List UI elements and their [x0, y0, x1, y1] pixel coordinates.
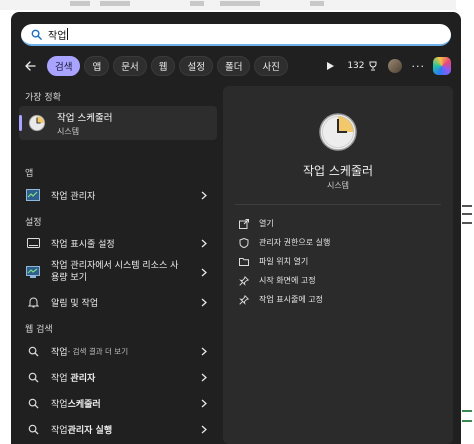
rewards-points[interactable]: 132	[347, 61, 377, 71]
chevron-right-icon[interactable]	[199, 267, 209, 277]
action-label: 열기	[259, 219, 274, 228]
tab-web[interactable]: 웹	[150, 56, 176, 76]
settings-item-label-line2: 용량 보기	[51, 273, 87, 283]
trophy-icon	[369, 61, 376, 71]
search-icon	[25, 369, 41, 385]
rewards-points-value: 132	[347, 61, 365, 71]
selection-indicator	[19, 115, 22, 131]
section-apps: 앱	[25, 169, 34, 179]
web-item-run-task-manager[interactable]: 작업 관리자 실행	[19, 418, 217, 440]
tab-folders[interactable]: 폴더	[216, 56, 251, 76]
background-window-toolbar	[0, 0, 474, 10]
settings-item-label: 작업 표시줄 설정	[51, 239, 115, 250]
web-item-query: 작업	[51, 347, 68, 358]
settings-item-label: 알림 및 작업	[51, 298, 99, 309]
web-item-prefix: 작업	[51, 373, 71, 384]
divider	[235, 204, 441, 205]
task-scheduler-icon	[318, 112, 358, 152]
action-open-file-location[interactable]: 파일 위치 열기	[239, 256, 308, 267]
pin-icon	[239, 294, 249, 305]
tab-search[interactable]: 검색	[47, 56, 81, 76]
clock-icon	[27, 113, 47, 133]
web-item-more-results[interactable]: 작업 - 검색 결과 더 보기	[19, 340, 217, 362]
resource-monitor-icon	[25, 264, 41, 280]
best-match-item[interactable]: 작업 스케줄러 시스템	[19, 106, 217, 140]
chevron-right-icon[interactable]	[199, 346, 209, 356]
web-item-suggestion: 관리자	[70, 373, 96, 384]
web-item-suggestion: 관리자 실행	[67, 425, 113, 436]
web-item-hint: - 검색 결과 더 보기	[67, 346, 129, 356]
detail-pane: 작업 스케줄러 시스템 열기 관리자 권한으로 실행 파일 위치 열기 시작 화…	[223, 86, 453, 444]
tab-apps[interactable]: 앱	[84, 56, 110, 76]
copilot-icon[interactable]	[433, 57, 451, 75]
avatar[interactable]	[387, 59, 402, 73]
pin-icon	[239, 275, 249, 286]
text-caret	[67, 28, 69, 40]
search-box[interactable]: 작업	[21, 24, 451, 46]
settings-item-resource-usage[interactable]: 작업 관리자에서 시스템 리소스 사 용량 보기	[19, 256, 217, 288]
best-match-title: 작업 스케줄러	[57, 112, 113, 124]
chevron-right-icon[interactable]	[199, 297, 209, 307]
action-pin-to-taskbar[interactable]: 작업 표시줄에 고정	[239, 294, 323, 305]
detail-subtitle: 시스템	[326, 181, 350, 190]
settings-item-notifications[interactable]: 알림 및 작업	[19, 291, 217, 313]
more-options-icon[interactable]: ···	[412, 60, 426, 73]
chevron-right-icon[interactable]	[199, 238, 209, 248]
tab-photos[interactable]: 사진	[254, 56, 288, 76]
section-web-search: 웹 검색	[25, 325, 53, 335]
action-open[interactable]: 열기	[239, 218, 274, 229]
section-best-match: 가장 정확	[25, 93, 61, 103]
search-icon	[25, 395, 41, 411]
action-label: 시작 화면에 고정	[259, 276, 316, 285]
detail-title: 작업 스케줄러	[302, 164, 374, 178]
action-run-as-admin[interactable]: 관리자 권한으로 실행	[239, 237, 330, 248]
action-pin-to-start[interactable]: 시작 화면에 고정	[239, 275, 316, 286]
taskbar-settings-icon	[25, 235, 41, 251]
web-item-task-manager[interactable]: 작업 관리자	[19, 366, 217, 388]
action-label: 작업 표시줄에 고정	[259, 295, 323, 304]
task-manager-icon	[25, 187, 41, 203]
results-list: 가장 정확 작업 스케줄러 시스템 앱 작업 관리자 설정 작업 표시줄 설정 …	[11, 86, 221, 444]
app-item-task-manager[interactable]: 작업 관리자	[19, 184, 217, 206]
section-settings: 설정	[25, 218, 42, 228]
start-search-panel: 작업 검색 앱 문서 웹 설정 폴더 사진 132 ··· 가장 정확 작업 스…	[11, 12, 461, 444]
settings-item-label-line1: 작업 관리자에서 시스템 리소스 사	[51, 261, 179, 271]
chevron-right-icon[interactable]	[199, 398, 209, 408]
app-item-label: 작업 관리자	[51, 191, 96, 202]
search-input[interactable]: 작업	[48, 27, 66, 42]
settings-item-taskbar[interactable]: 작업 표시줄 설정	[19, 232, 217, 254]
chevron-right-icon[interactable]	[199, 424, 209, 434]
web-item-suggestion: 스케줄러	[67, 399, 101, 410]
chevron-right-icon[interactable]	[199, 190, 209, 200]
shield-icon	[239, 237, 249, 248]
tab-settings[interactable]: 설정	[179, 56, 213, 76]
action-label: 관리자 권한으로 실행	[259, 238, 331, 247]
back-arrow-icon[interactable]	[21, 57, 39, 75]
web-item-prefix: 작업	[51, 399, 68, 410]
search-icon	[31, 29, 42, 40]
search-icon	[25, 343, 41, 359]
chevron-right-icon[interactable]	[199, 372, 209, 382]
bell-icon	[25, 294, 41, 310]
play-icon[interactable]	[323, 59, 337, 73]
tab-documents[interactable]: 문서	[113, 56, 147, 76]
action-label: 파일 위치 열기	[259, 257, 309, 266]
best-match-subtitle: 시스템	[57, 126, 80, 136]
web-item-task-scheduler[interactable]: 작업 스케줄러	[19, 392, 217, 414]
web-item-prefix: 작업	[51, 425, 68, 436]
filter-tabs: 검색 앱 문서 웹 설정 폴더 사진 132 ···	[21, 55, 451, 77]
open-external-icon	[239, 218, 249, 229]
folder-icon	[239, 257, 249, 267]
search-icon	[25, 421, 41, 437]
